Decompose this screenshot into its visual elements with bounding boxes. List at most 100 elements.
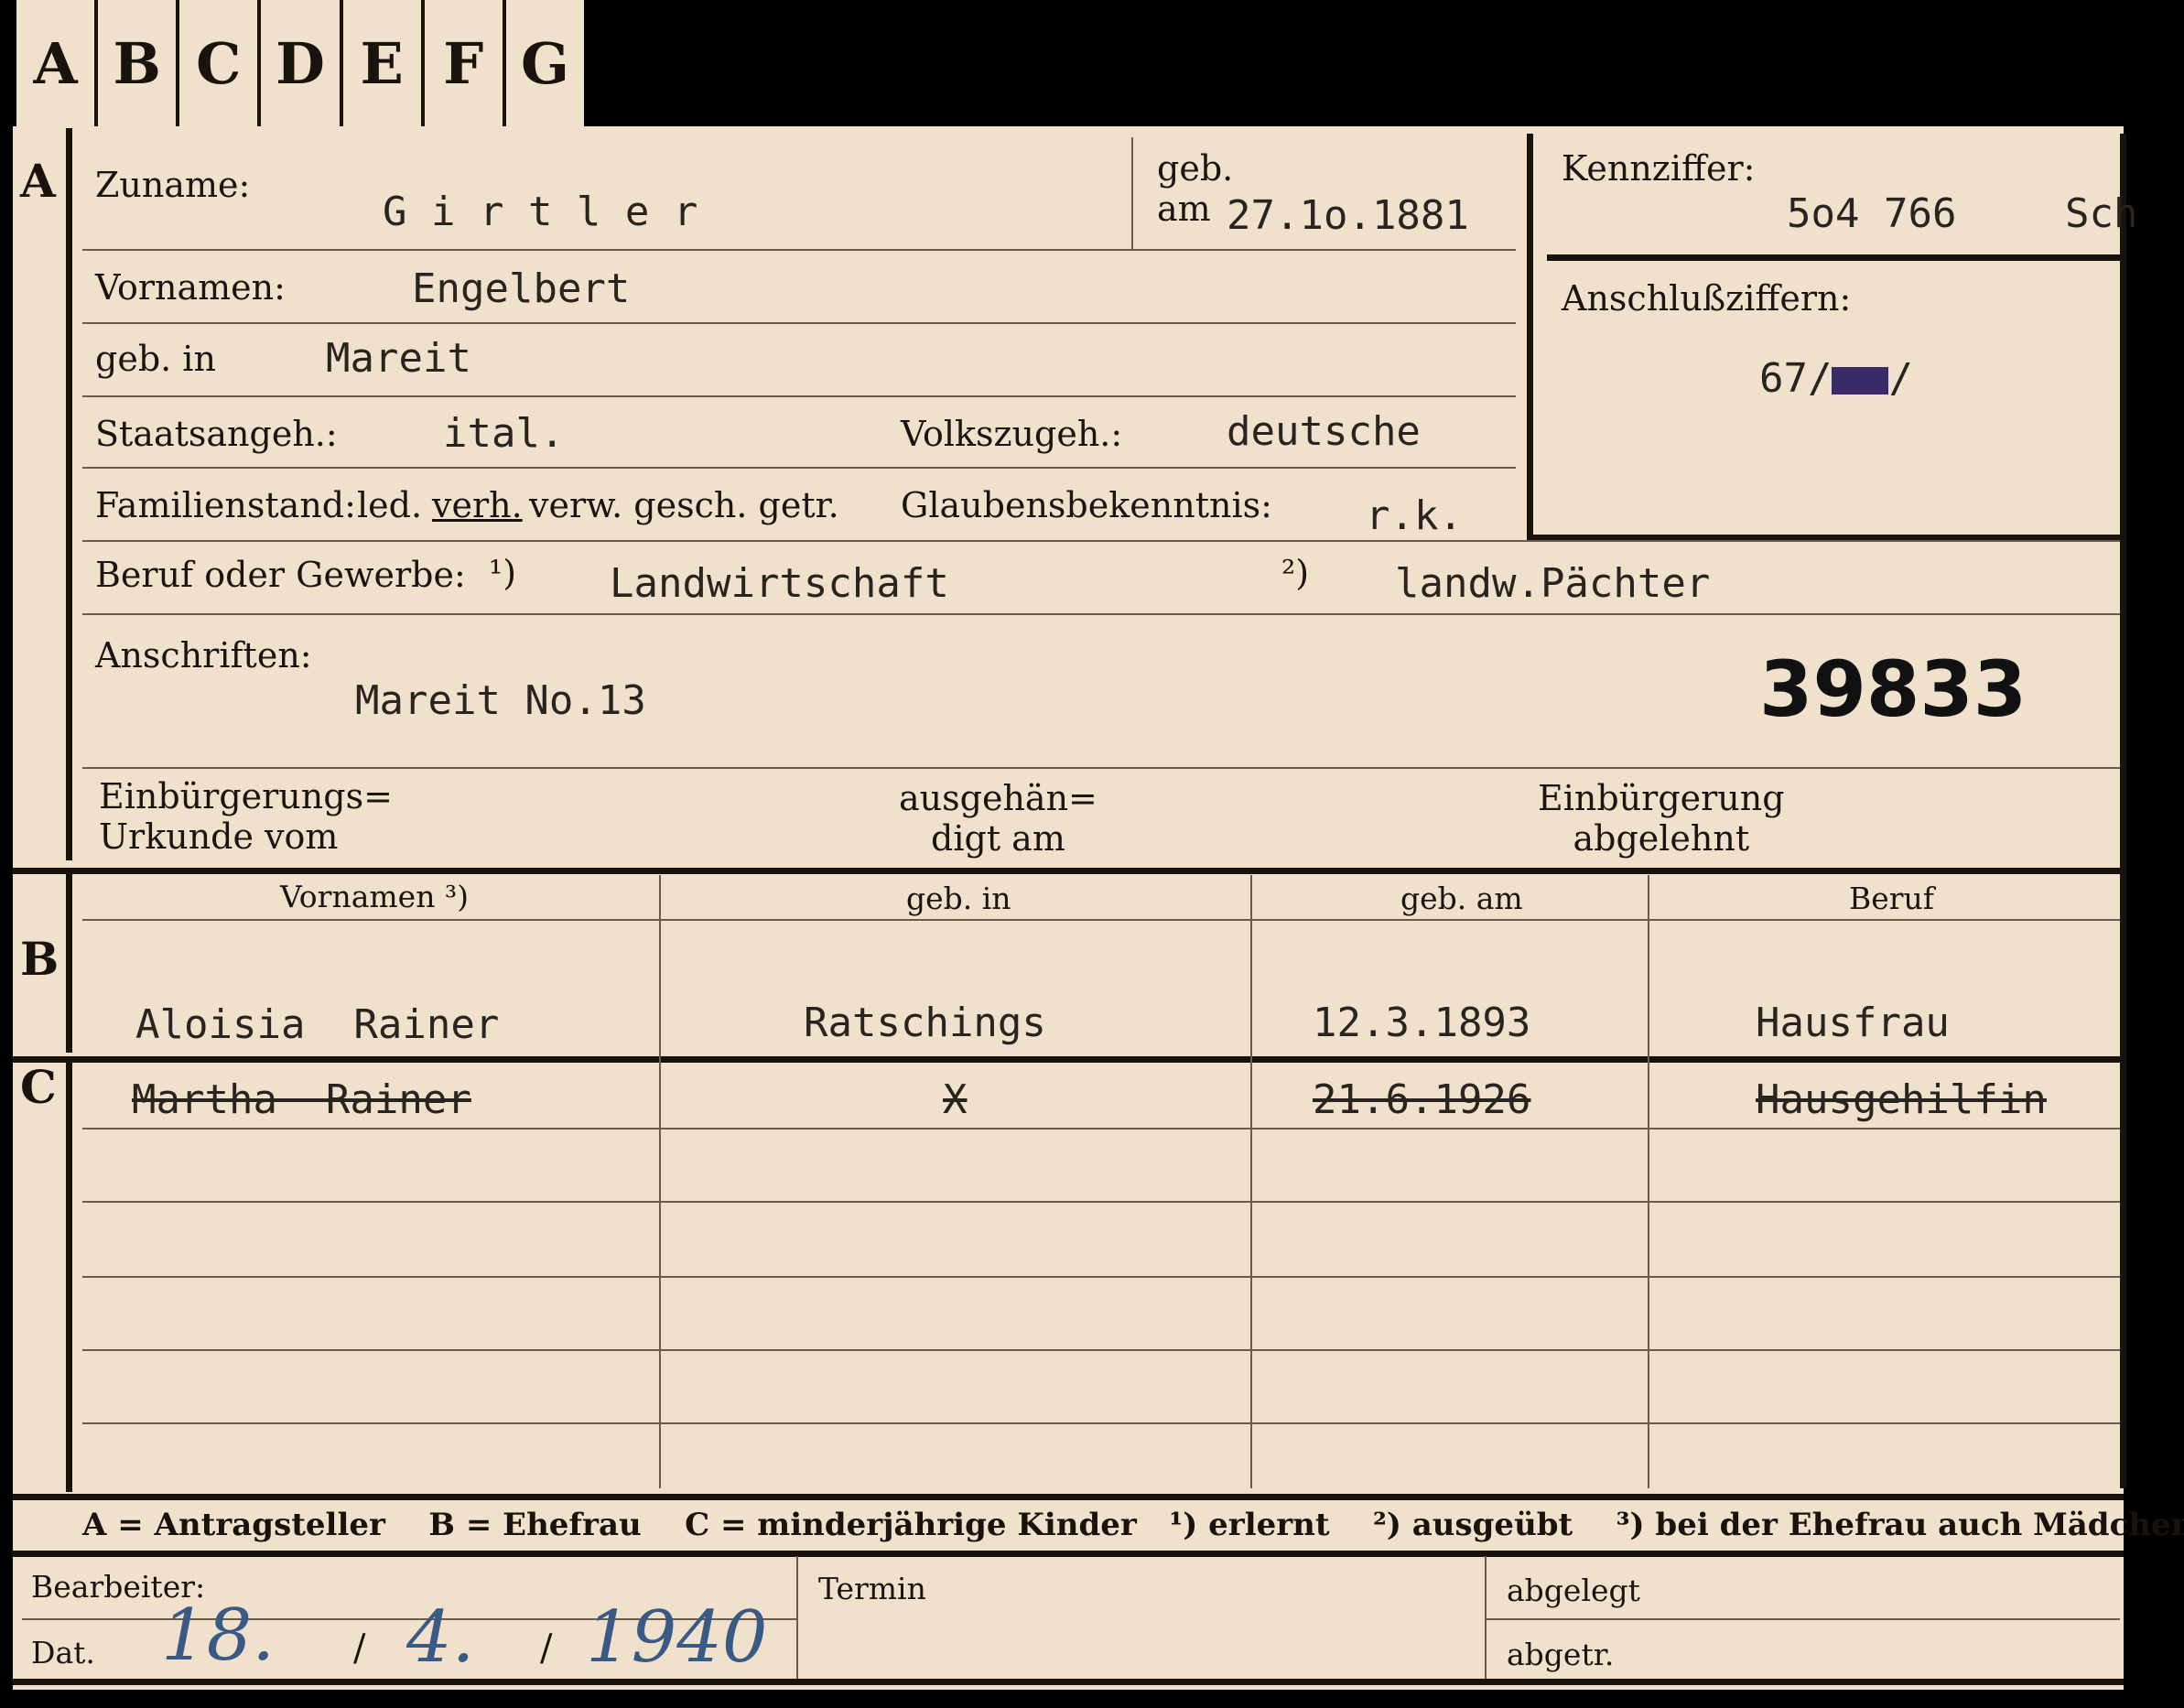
- anschriften-label: Anschriften:: [95, 635, 312, 676]
- kennziffer-box-left: [1527, 134, 1533, 542]
- familienstand-led: led.: [357, 485, 423, 525]
- beruf-label: Beruf oder Gewerbe:: [95, 555, 466, 595]
- kennziffer-label: Kennziffer:: [1562, 148, 1756, 189]
- staats-label: Staatsangeh.:: [95, 414, 338, 454]
- tab-b: B: [98, 0, 180, 126]
- legend: A = Antragsteller B = Ehefrau C = minder…: [82, 1507, 2184, 1543]
- geb-date-value: 27.1o.1881: [1227, 192, 1469, 239]
- abgelehnt-label: Einbürgerung abgelehnt: [1538, 778, 1785, 859]
- rule: [1485, 1618, 2120, 1620]
- rule: [1131, 137, 1133, 249]
- glauben-value: r.k.: [1366, 492, 1463, 539]
- col-header-beruf: Beruf: [1849, 881, 1935, 916]
- rule: [82, 1276, 2120, 1278]
- kennziffer-divider: [1547, 254, 2124, 261]
- col-header-gebin: geb. in: [906, 881, 1011, 916]
- dat-label: Dat.: [31, 1635, 95, 1670]
- tab-e: E: [343, 0, 425, 126]
- familienstand-verh: verh.: [432, 485, 523, 525]
- am-label: am: [1157, 189, 1211, 229]
- section-b-rule: [66, 870, 72, 1053]
- ausgehaendigt-label: ausgehän= digt am: [899, 778, 1097, 859]
- anschluss-prefix: 67/: [1759, 355, 1833, 402]
- vornamen-label: Vornamen:: [95, 267, 286, 308]
- handwritten-month: 4.: [406, 1596, 475, 1679]
- spouse-birthplace: Ratschings: [804, 1000, 1046, 1046]
- col-header-gebam: geb. am: [1400, 881, 1523, 916]
- anschriften-value: Mareit No.13: [355, 677, 646, 724]
- footnote-2-marker: ²): [1281, 553, 1310, 593]
- volks-value: deutsche: [1227, 408, 1421, 455]
- rule: [1485, 1556, 1487, 1679]
- ausgehaendigt-label-1: ausgehän=: [899, 778, 1097, 818]
- tab-g: G: [520, 29, 569, 97]
- rule: [82, 322, 1516, 324]
- beruf1-value: Landwirtschaft: [610, 560, 949, 607]
- gebin-value: Mareit: [326, 335, 471, 382]
- file-number-stamp: 39833: [1759, 644, 2027, 734]
- tab-c: C: [179, 0, 262, 126]
- beruf2-value: landw.Pächter: [1395, 560, 1711, 607]
- staats-value: ital.: [443, 410, 565, 457]
- tab-f: F: [425, 0, 506, 126]
- section-c-top: [13, 1056, 2124, 1063]
- zuname-value: G i r t l e r: [383, 189, 698, 235]
- rule: [82, 919, 2120, 921]
- redaction-mark: [1832, 367, 1889, 395]
- rule: [82, 613, 2120, 615]
- handwritten-day: 18.: [161, 1594, 276, 1677]
- spouse-occupation: Hausfrau: [1756, 1000, 1950, 1046]
- einbuergerung-label-2: Urkunde vom: [99, 816, 339, 857]
- tab-d: D: [261, 0, 343, 126]
- child-birthdate-struck: 21.6.1926: [1313, 1076, 1531, 1123]
- spouse-names: Aloisia Rainer: [135, 1001, 500, 1048]
- vornamen-value: Engelbert: [412, 265, 631, 312]
- anschluss-label: Anschlußziffern:: [1562, 278, 1852, 319]
- footer-top: [13, 1551, 2124, 1557]
- gebin-label: geb. in: [95, 339, 216, 379]
- col-header-vornamen: Vornamen ³): [280, 879, 470, 914]
- rule: [82, 467, 1516, 469]
- child-birthplace-struck: X: [943, 1076, 968, 1123]
- geb-label: geb.: [1157, 148, 1234, 189]
- rule: [82, 249, 1516, 251]
- spouse-birthdate: 12.3.1893: [1313, 1000, 1531, 1046]
- date-separator: /: [540, 1627, 553, 1670]
- child-occupation-struck: Hausgehilfin: [1756, 1076, 2047, 1123]
- section-b-top: [13, 868, 2124, 874]
- section-a-rule: [66, 128, 72, 860]
- kennziffer-suffix: Sch: [2065, 190, 2138, 237]
- section-letter-c: C: [20, 1060, 57, 1114]
- rule: [796, 1556, 798, 1679]
- child-names-struck: Martha Rainer: [132, 1076, 471, 1123]
- volks-label: Volkszugeh.:: [901, 414, 1123, 454]
- abgetr-label: abgetr.: [1507, 1637, 1615, 1672]
- abgelegt-label: abgelegt: [1507, 1573, 1640, 1608]
- glauben-label: Glaubensbekenntnis:: [901, 485, 1272, 525]
- rule: [1250, 875, 1252, 1488]
- familienstand-label: Familienstand:: [95, 485, 356, 525]
- register-tabs: A B C D E F G: [16, 0, 584, 126]
- anschluss-value: 67/ /: [1759, 355, 1913, 402]
- anschluss-tail: /: [1888, 355, 1913, 402]
- section-c-rule: [66, 1062, 72, 1492]
- familienstand-rest: verw. gesch. getr.: [529, 485, 839, 525]
- footnote-1-marker: ¹): [489, 553, 517, 593]
- rule: [82, 767, 2120, 769]
- legend-top: [13, 1494, 2124, 1500]
- kennziffer-value: 5o4 766: [1787, 190, 1957, 237]
- rule: [659, 875, 661, 1488]
- tab-a: A: [16, 0, 99, 126]
- termin-label: Termin: [818, 1571, 926, 1606]
- card-right-rule: [2120, 134, 2126, 1488]
- einbuergerung-label-1: Einbürgerungs=: [99, 776, 393, 816]
- abgelehnt-label-1: Einbürgerung: [1538, 778, 1785, 818]
- zuname-label: Zuname:: [95, 165, 251, 205]
- rule: [82, 1201, 2120, 1203]
- section-letter-b: B: [20, 932, 59, 986]
- abgelehnt-label-2: abgelehnt: [1573, 818, 1750, 859]
- rule: [82, 395, 1516, 397]
- section-letter-a: A: [20, 154, 56, 208]
- rule: [82, 1128, 2120, 1130]
- date-separator: /: [353, 1627, 366, 1670]
